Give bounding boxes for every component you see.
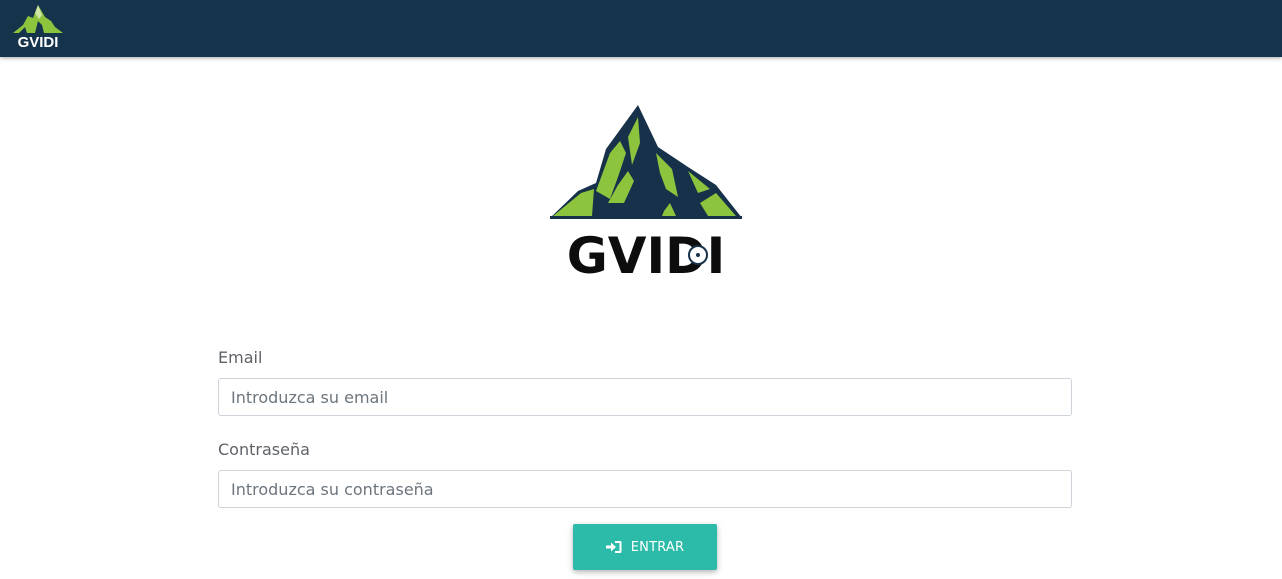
email-label: Email [218,348,263,367]
gvidi-main-logo: GVIDI [550,105,742,279]
password-label: Contraseña [218,440,310,459]
gvidi-nav-logo[interactable]: GVIDI [11,3,65,51]
sign-in-icon [605,541,622,553]
compass-icon [688,245,708,265]
login-button[interactable]: ENTRAR [573,524,717,570]
login-form: Email Contraseña [218,346,1072,508]
svg-text:GVIDI: GVIDI [18,34,59,51]
login-button-label: ENTRAR [630,539,685,555]
email-field[interactable] [218,378,1072,416]
password-field[interactable] [218,470,1072,508]
top-navbar: GVIDI [0,0,1282,57]
